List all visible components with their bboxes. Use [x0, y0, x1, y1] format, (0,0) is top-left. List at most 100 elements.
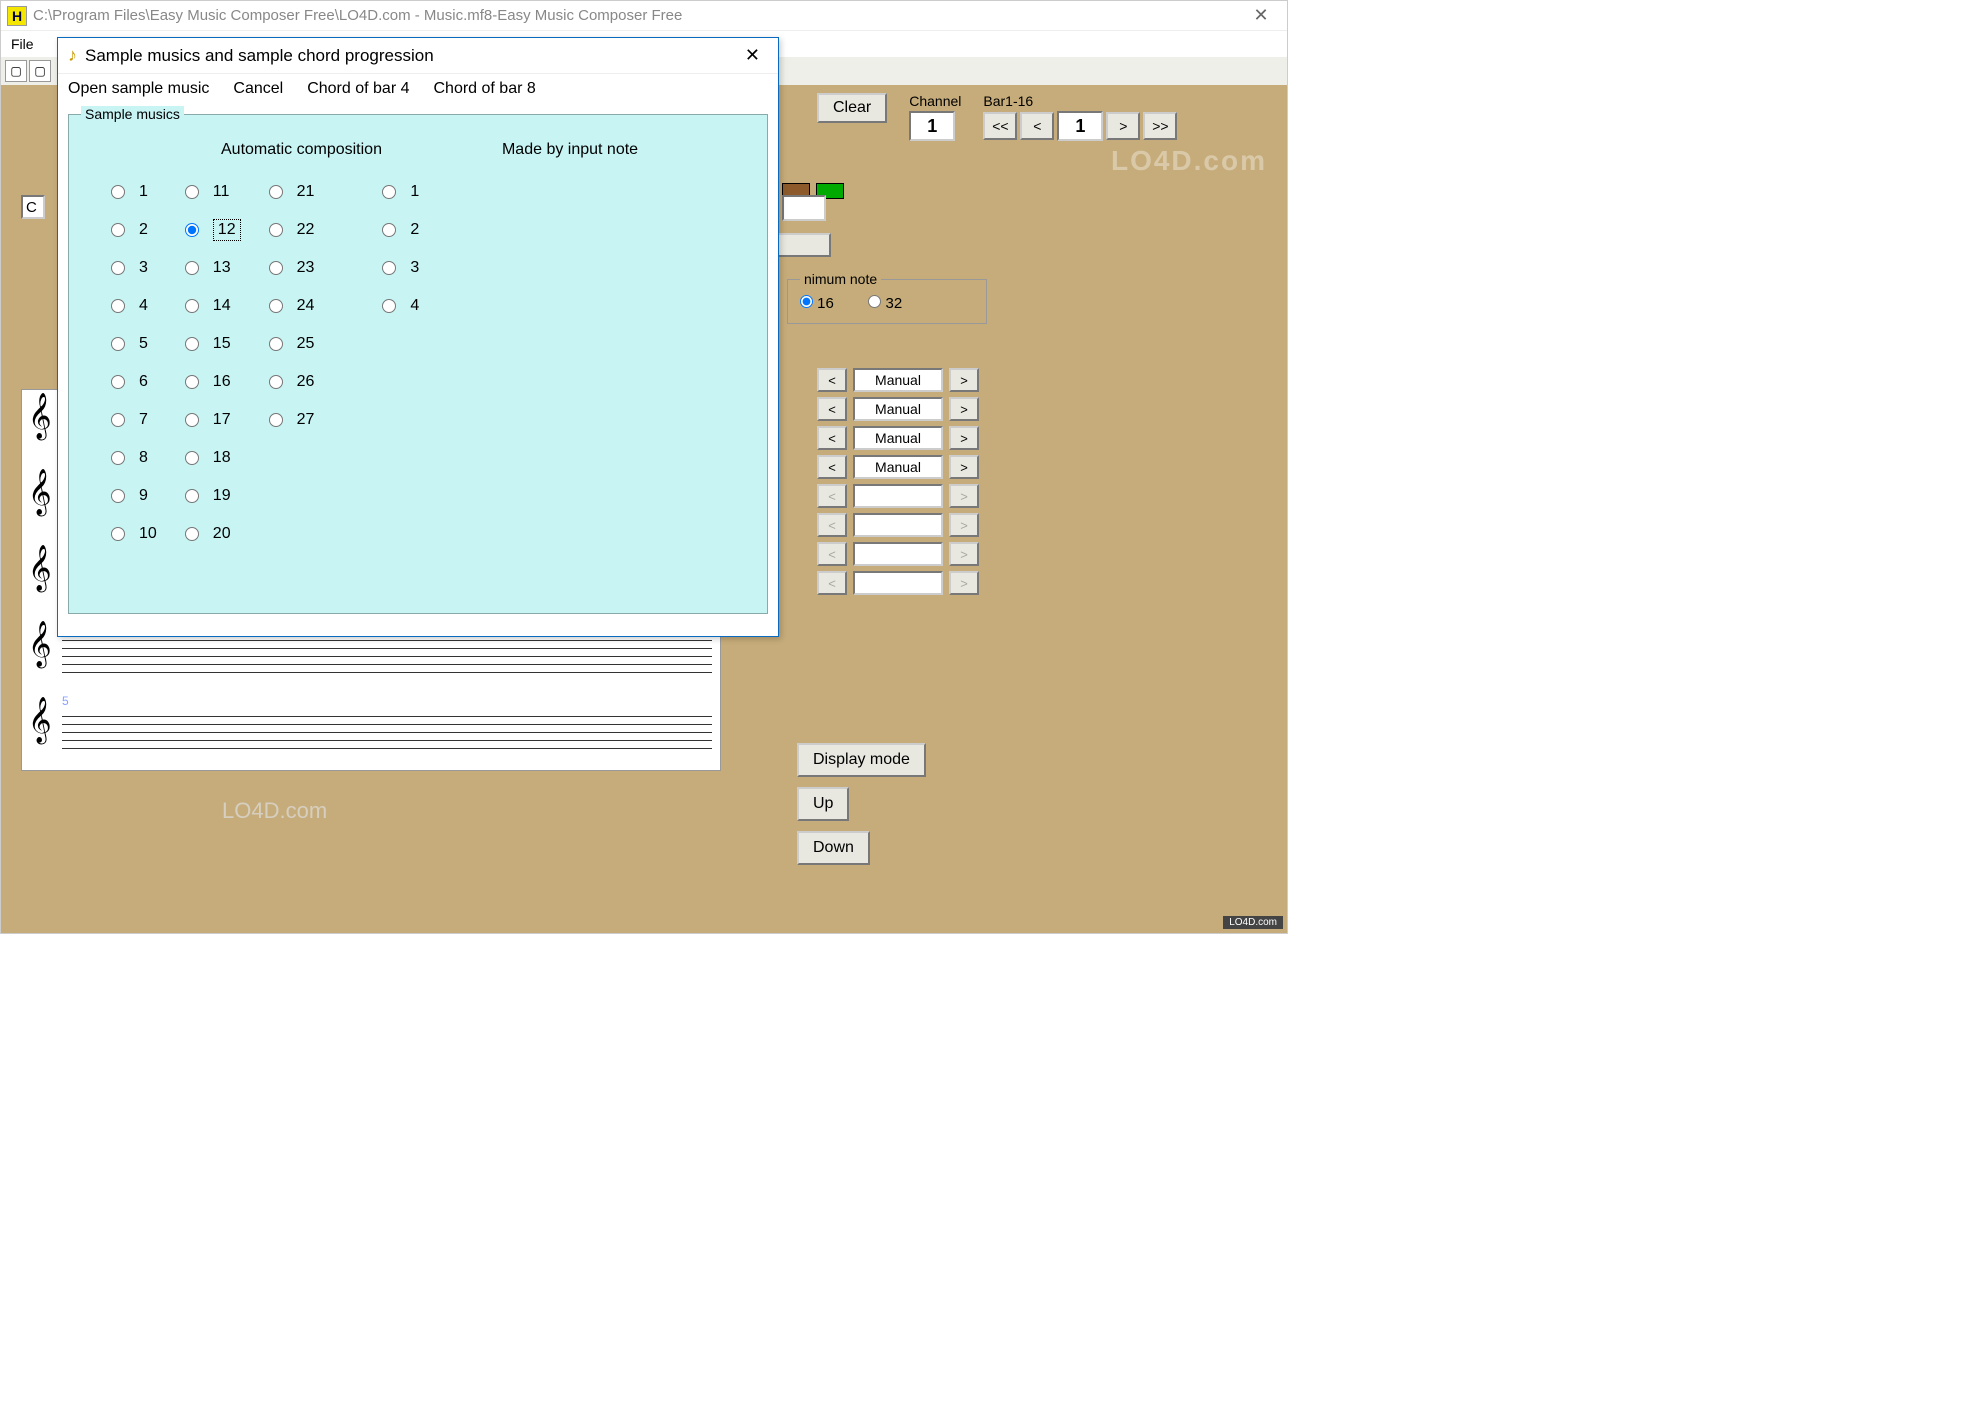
sample-radio-auto-22[interactable]: 22 [269, 211, 315, 249]
sample-radio-label: 4 [410, 297, 419, 315]
bar-number: 5 [62, 694, 69, 708]
up-button[interactable]: Up [797, 787, 849, 821]
row-next-button[interactable]: > [949, 455, 979, 479]
display-mode-button[interactable]: Display mode [797, 743, 926, 777]
sample-radio-auto-18[interactable]: 18 [185, 439, 241, 477]
sample-radio-auto-8[interactable]: 8 [111, 439, 157, 477]
watermark-text: LO4D.com [222, 798, 327, 824]
sample-radio-label: 20 [213, 525, 231, 543]
toolbar-open-icon[interactable]: ▢ [29, 60, 51, 82]
sample-radio-auto-3[interactable]: 3 [111, 249, 157, 287]
chord-bar8-action[interactable]: Chord of bar 8 [433, 80, 535, 98]
row-next-button[interactable]: > [949, 368, 979, 392]
manual-field[interactable] [853, 368, 943, 392]
sample-radio-label: 18 [213, 449, 231, 467]
manual-field[interactable] [853, 397, 943, 421]
manual-field[interactable] [853, 426, 943, 450]
manual-rows: <> <> <> <> <> <> <> <> [817, 368, 979, 600]
sample-radio-label: 26 [297, 373, 315, 391]
sample-radio-label: 7 [139, 411, 148, 429]
down-button[interactable]: Down [797, 831, 870, 865]
sample-radio-auto-6[interactable]: 6 [111, 363, 157, 401]
sample-radio-input-3[interactable]: 3 [382, 249, 419, 287]
sample-radio-label: 11 [213, 183, 230, 201]
treble-clef-icon: 𝄞 [28, 632, 52, 656]
site-badge: LO4D.com [1223, 916, 1283, 929]
sample-radio-auto-21[interactable]: 21 [269, 173, 315, 211]
sample-radio-auto-23[interactable]: 23 [269, 249, 315, 287]
groupbox-label: Sample musics [81, 106, 184, 122]
sample-radio-auto-13[interactable]: 13 [185, 249, 241, 287]
sample-radio-input-4[interactable]: 4 [382, 287, 419, 325]
sample-radio-auto-4[interactable]: 4 [111, 287, 157, 325]
sample-radio-auto-27[interactable]: 27 [269, 401, 315, 439]
sample-radio-auto-12[interactable]: 12 [185, 211, 241, 249]
sample-radio-label: 23 [297, 259, 315, 277]
clear-button[interactable]: Clear [817, 93, 887, 123]
manual-field [853, 513, 943, 537]
sample-radio-label: 15 [213, 335, 231, 353]
open-sample-music-action[interactable]: Open sample music [68, 80, 209, 98]
sample-radio-auto-1[interactable]: 1 [111, 173, 157, 211]
manual-field [853, 484, 943, 508]
sample-radio-input-2[interactable]: 2 [382, 211, 419, 249]
sample-radio-label: 1 [410, 183, 419, 201]
sample-radio-auto-26[interactable]: 26 [269, 363, 315, 401]
row-prev-button[interactable]: < [817, 455, 847, 479]
channel-label: Channel [909, 93, 961, 109]
channel-input[interactable] [909, 111, 955, 141]
manual-field[interactable] [853, 455, 943, 479]
sample-radio-label: 21 [297, 183, 315, 201]
sample-radio-auto-24[interactable]: 24 [269, 287, 315, 325]
sample-radio-auto-16[interactable]: 16 [185, 363, 241, 401]
sample-radio-auto-20[interactable]: 20 [185, 515, 241, 553]
sample-radio-label: 12 [213, 219, 241, 241]
sample-radio-auto-15[interactable]: 15 [185, 325, 241, 363]
row-prev-button: < [817, 542, 847, 566]
menu-file[interactable]: File [1, 34, 44, 54]
sample-radio-auto-2[interactable]: 2 [111, 211, 157, 249]
empty-button[interactable] [771, 233, 831, 257]
cancel-action[interactable]: Cancel [233, 80, 283, 98]
chord-bar4-action[interactable]: Chord of bar 4 [307, 80, 409, 98]
sample-radio-input-1[interactable]: 1 [382, 173, 419, 211]
sample-radio-auto-14[interactable]: 14 [185, 287, 241, 325]
sample-musics-group: Sample musics Automatic composition Made… [68, 114, 768, 614]
titlebar: H C:\Program Files\Easy Music Composer F… [1, 1, 1287, 31]
sample-radio-auto-5[interactable]: 5 [111, 325, 157, 363]
swatch-input[interactable] [782, 195, 826, 221]
sample-radio-auto-9[interactable]: 9 [111, 477, 157, 515]
key-field[interactable] [21, 195, 45, 219]
minnote-16-option[interactable]: 16 [800, 295, 834, 312]
main-window: H C:\Program Files\Easy Music Composer F… [0, 0, 1288, 934]
row-next-button[interactable]: > [949, 397, 979, 421]
sample-radio-auto-19[interactable]: 19 [185, 477, 241, 515]
bar-first-button[interactable]: << [983, 112, 1017, 140]
toolbar-new-icon[interactable]: ▢ [5, 60, 27, 82]
bar-last-button[interactable]: >> [1143, 112, 1177, 140]
window-close-button[interactable]: ✕ [1241, 5, 1281, 26]
app-icon: H [7, 6, 27, 26]
bar-next-button[interactable]: > [1106, 112, 1140, 140]
sample-radio-label: 9 [139, 487, 148, 505]
radio-columns: 12345678910 11121314151617181920 2122232… [81, 173, 755, 553]
sample-radio-label: 6 [139, 373, 148, 391]
sample-radio-auto-7[interactable]: 7 [111, 401, 157, 439]
sample-radio-auto-17[interactable]: 17 [185, 401, 241, 439]
music-note-icon: ♪ [68, 45, 77, 66]
sample-radio-label: 2 [410, 221, 419, 239]
bar-prev-button[interactable]: < [1020, 112, 1054, 140]
auto-composition-header: Automatic composition [221, 141, 382, 159]
row-prev-button[interactable]: < [817, 426, 847, 450]
sample-radio-auto-25[interactable]: 25 [269, 325, 315, 363]
display-controls: Display mode Up Down [797, 743, 957, 875]
sample-radio-auto-10[interactable]: 10 [111, 515, 157, 553]
sample-radio-label: 10 [139, 525, 157, 543]
sample-radio-auto-11[interactable]: 11 [185, 173, 241, 211]
dialog-close-button[interactable]: ✕ [737, 43, 768, 68]
minnote-32-option[interactable]: 32 [868, 295, 902, 312]
row-prev-button[interactable]: < [817, 397, 847, 421]
row-next-button[interactable]: > [949, 426, 979, 450]
minimum-note-label: nimum note [800, 271, 881, 287]
row-prev-button[interactable]: < [817, 368, 847, 392]
